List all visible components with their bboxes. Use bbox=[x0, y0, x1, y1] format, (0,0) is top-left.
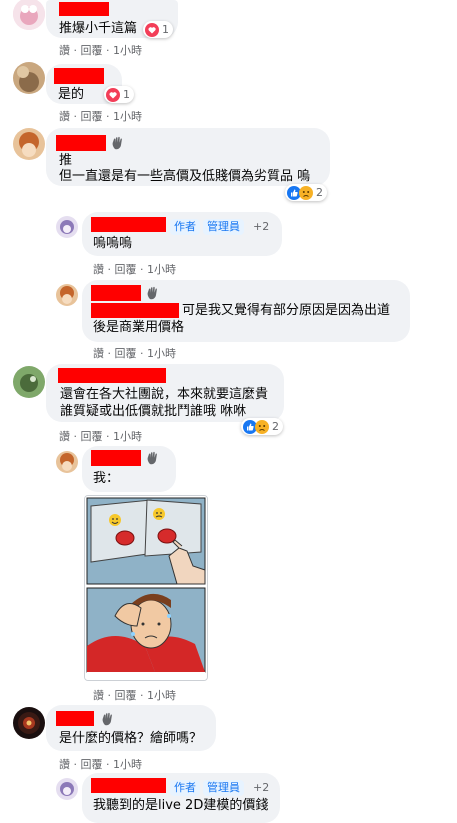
redacted-username bbox=[91, 450, 141, 466]
wave-icon bbox=[112, 136, 122, 150]
reaction-count: 1 bbox=[162, 23, 169, 36]
reply-link[interactable]: 回覆 bbox=[81, 758, 103, 771]
comment-actions: 讚 · 回覆 · 1小時 bbox=[93, 263, 176, 276]
avatar[interactable] bbox=[13, 366, 45, 398]
timestamp[interactable]: 1小時 bbox=[147, 347, 176, 360]
redacted-username bbox=[59, 2, 109, 16]
reply-link[interactable]: 回覆 bbox=[115, 347, 137, 360]
reply-link[interactable]: 回覆 bbox=[115, 263, 137, 276]
reply-link[interactable]: 回覆 bbox=[81, 430, 103, 443]
more-badges[interactable]: +2 bbox=[253, 780, 269, 796]
timestamp[interactable]: 1小時 bbox=[147, 689, 176, 702]
redacted-username bbox=[91, 217, 166, 232]
comment-actions: 讚 · 回覆 · 1小時 bbox=[93, 347, 176, 360]
comment-text: 推爆小千這篇 bbox=[59, 21, 138, 36]
like-link[interactable]: 讚 bbox=[59, 758, 70, 771]
avatar[interactable] bbox=[56, 216, 78, 238]
comment-text-line2: 但一直還是有一些高價及低賤價為劣質品 嗚 bbox=[59, 169, 311, 184]
reply-link[interactable]: 回覆 bbox=[115, 689, 137, 702]
author-badge: 作者 bbox=[170, 780, 200, 796]
admin-badge: 管理員 bbox=[203, 219, 244, 235]
timestamp[interactable]: 1小時 bbox=[113, 430, 142, 443]
redacted-username bbox=[54, 68, 104, 84]
comment-text-line2: 後是商業用價格 bbox=[93, 320, 185, 335]
redacted-username bbox=[91, 778, 166, 793]
reaction-summary[interactable]: 2 bbox=[285, 184, 327, 201]
avatar[interactable] bbox=[13, 707, 45, 739]
avatar[interactable] bbox=[56, 451, 78, 473]
timestamp[interactable]: 1小時 bbox=[113, 44, 142, 57]
more-badges[interactable]: +2 bbox=[253, 219, 269, 235]
like-link[interactable]: 讚 bbox=[93, 263, 104, 276]
reaction-count: 1 bbox=[123, 88, 130, 101]
comment-text: 是什麼的價格？繪師嗎？ bbox=[59, 731, 203, 746]
comment-text: 我： bbox=[93, 471, 120, 486]
sad-reaction-icon bbox=[299, 185, 313, 200]
timestamp[interactable]: 1小時 bbox=[147, 263, 176, 276]
admin-badge: 管理員 bbox=[203, 780, 244, 796]
avatar[interactable] bbox=[56, 778, 78, 800]
like-link[interactable]: 讚 bbox=[59, 44, 70, 57]
redacted-username bbox=[91, 285, 141, 301]
redacted-username bbox=[58, 368, 166, 383]
like-link[interactable]: 讚 bbox=[93, 689, 104, 702]
heart-reaction-icon bbox=[145, 22, 159, 37]
comment-text-line1: 推 bbox=[59, 153, 73, 168]
reaction-summary[interactable]: 1 bbox=[104, 86, 134, 103]
heart-reaction-icon bbox=[106, 87, 120, 102]
comment-text-line1: 還會在各大社團說，本來就要這麼貴 bbox=[60, 387, 269, 402]
wave-icon bbox=[147, 286, 157, 300]
comment-text-line2: 誰質疑或出低價就批鬥誰哦 咻咻 bbox=[60, 404, 247, 419]
reaction-summary[interactable]: 1 bbox=[143, 21, 173, 38]
reply-link[interactable]: 回覆 bbox=[81, 110, 103, 123]
comment-actions: 讚 · 回覆 · 1小時 bbox=[59, 110, 142, 123]
avatar[interactable] bbox=[13, 128, 45, 160]
avatar[interactable] bbox=[56, 284, 78, 306]
like-link[interactable]: 讚 bbox=[59, 110, 70, 123]
author-badge: 作者 bbox=[170, 219, 200, 235]
sad-reaction-icon bbox=[255, 419, 269, 434]
comment-actions: 讚 · 回覆 · 1小時 bbox=[59, 430, 142, 443]
timestamp[interactable]: 1小時 bbox=[113, 758, 142, 771]
reaction-count: 2 bbox=[316, 186, 323, 199]
comment-text-line1: 可是我又覺得有部分原因是因為出道 bbox=[182, 303, 391, 318]
comment-text: 嗚嗚嗚 bbox=[93, 236, 133, 251]
redacted-mention bbox=[91, 303, 179, 318]
wave-icon bbox=[102, 712, 112, 726]
comment-text: 我聽到的是live 2D建模的價錢 bbox=[93, 798, 269, 813]
redacted-username bbox=[56, 135, 106, 151]
redacted-username bbox=[56, 711, 94, 726]
comment-actions: 讚 · 回覆 · 1小時 bbox=[93, 689, 176, 702]
timestamp[interactable]: 1小時 bbox=[113, 110, 142, 123]
reaction-count: 2 bbox=[272, 420, 279, 433]
wave-icon bbox=[147, 451, 157, 465]
comment-actions: 讚 · 回覆 · 1小時 bbox=[59, 44, 142, 57]
comment-text: 是的 bbox=[58, 87, 85, 102]
avatar[interactable] bbox=[13, 62, 45, 94]
reaction-summary[interactable]: 2 bbox=[241, 418, 283, 435]
like-link[interactable]: 讚 bbox=[93, 347, 104, 360]
avatar[interactable] bbox=[13, 0, 45, 30]
like-link[interactable]: 讚 bbox=[59, 430, 70, 443]
meme-image[interactable] bbox=[84, 495, 208, 681]
comment-actions: 讚 · 回覆 · 1小時 bbox=[59, 758, 142, 771]
reply-link[interactable]: 回覆 bbox=[81, 44, 103, 57]
